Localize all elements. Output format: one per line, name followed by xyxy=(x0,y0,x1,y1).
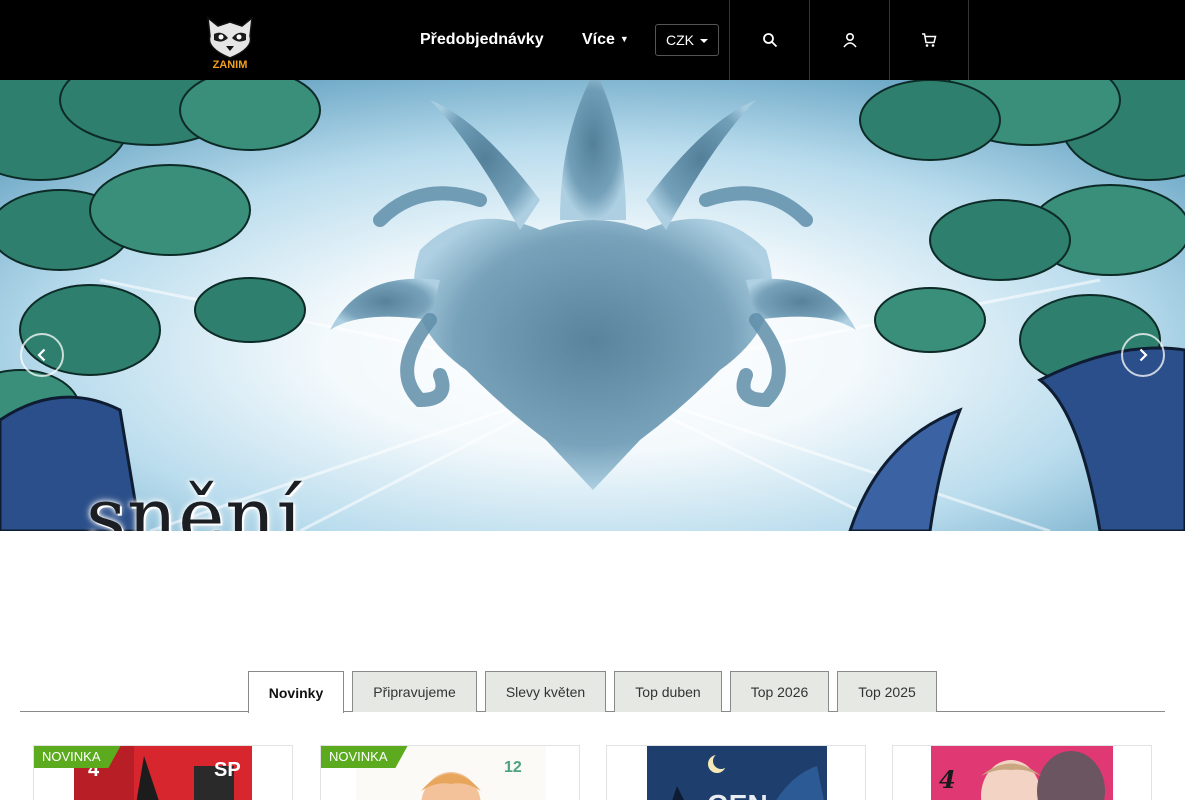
cart-button[interactable] xyxy=(889,0,969,80)
raccoon-logo-icon[interactable]: ZANIM xyxy=(200,10,260,71)
product-cover-image: 4 xyxy=(931,746,1113,800)
hero-title: snění xyxy=(86,472,303,531)
product-card[interactable]: GEN xyxy=(606,745,866,800)
new-badge: NOVINKA xyxy=(321,746,408,768)
chevron-left-icon xyxy=(37,348,46,362)
currency-value: CZK xyxy=(666,32,694,48)
cart-icon xyxy=(922,33,937,47)
chevron-down-icon: ▼ xyxy=(619,34,629,44)
product-cover-image: GEN xyxy=(647,746,827,800)
product-cover-number: 12 xyxy=(504,759,522,776)
tab-top-2026[interactable]: Top 2026 xyxy=(730,671,829,712)
tab-novinky[interactable]: Novinky xyxy=(248,671,344,713)
search-icon xyxy=(762,33,777,48)
nav-more-link[interactable]: Více ▼ xyxy=(582,30,629,50)
svg-text:SP: SP xyxy=(214,759,241,781)
carousel-prev-button[interactable] xyxy=(20,333,64,377)
tab-top-duben[interactable]: Top duben xyxy=(614,671,722,712)
product-card[interactable]: 12 NOVINKA xyxy=(320,745,580,800)
product-card[interactable]: 4 xyxy=(892,745,1152,800)
tab-slevy-kveten[interactable]: Slevy květen xyxy=(485,671,606,712)
logo-text: ZANIM xyxy=(213,59,248,70)
hero-illustration xyxy=(0,80,1185,531)
product-cover-number: 4 xyxy=(939,765,956,794)
currency-select[interactable]: CZK xyxy=(655,24,719,56)
user-icon xyxy=(842,32,857,48)
chevron-right-icon xyxy=(1139,348,1148,362)
svg-text:GEN: GEN xyxy=(707,789,768,800)
nav-more-label: Více xyxy=(582,31,615,49)
tab-pripravujeme[interactable]: Připravujeme xyxy=(352,671,477,712)
new-badge: NOVINKA xyxy=(34,746,121,768)
carousel-next-button[interactable] xyxy=(1121,333,1165,377)
site-header: ZANIM Předobjednávky Více ▼ CZK xyxy=(0,0,1185,80)
hero-banner[interactable]: snění xyxy=(0,80,1185,531)
dropdown-caret-icon xyxy=(700,39,708,43)
product-card[interactable]: 4 SP NOVINKA xyxy=(33,745,293,800)
tab-top-2025[interactable]: Top 2025 xyxy=(837,671,937,712)
search-button[interactable] xyxy=(729,0,809,80)
nav-preorders-link[interactable]: Předobjednávky xyxy=(420,30,544,50)
page: ZANIM Předobjednávky Více ▼ CZK snění No… xyxy=(0,0,1200,800)
account-button[interactable] xyxy=(809,0,889,80)
